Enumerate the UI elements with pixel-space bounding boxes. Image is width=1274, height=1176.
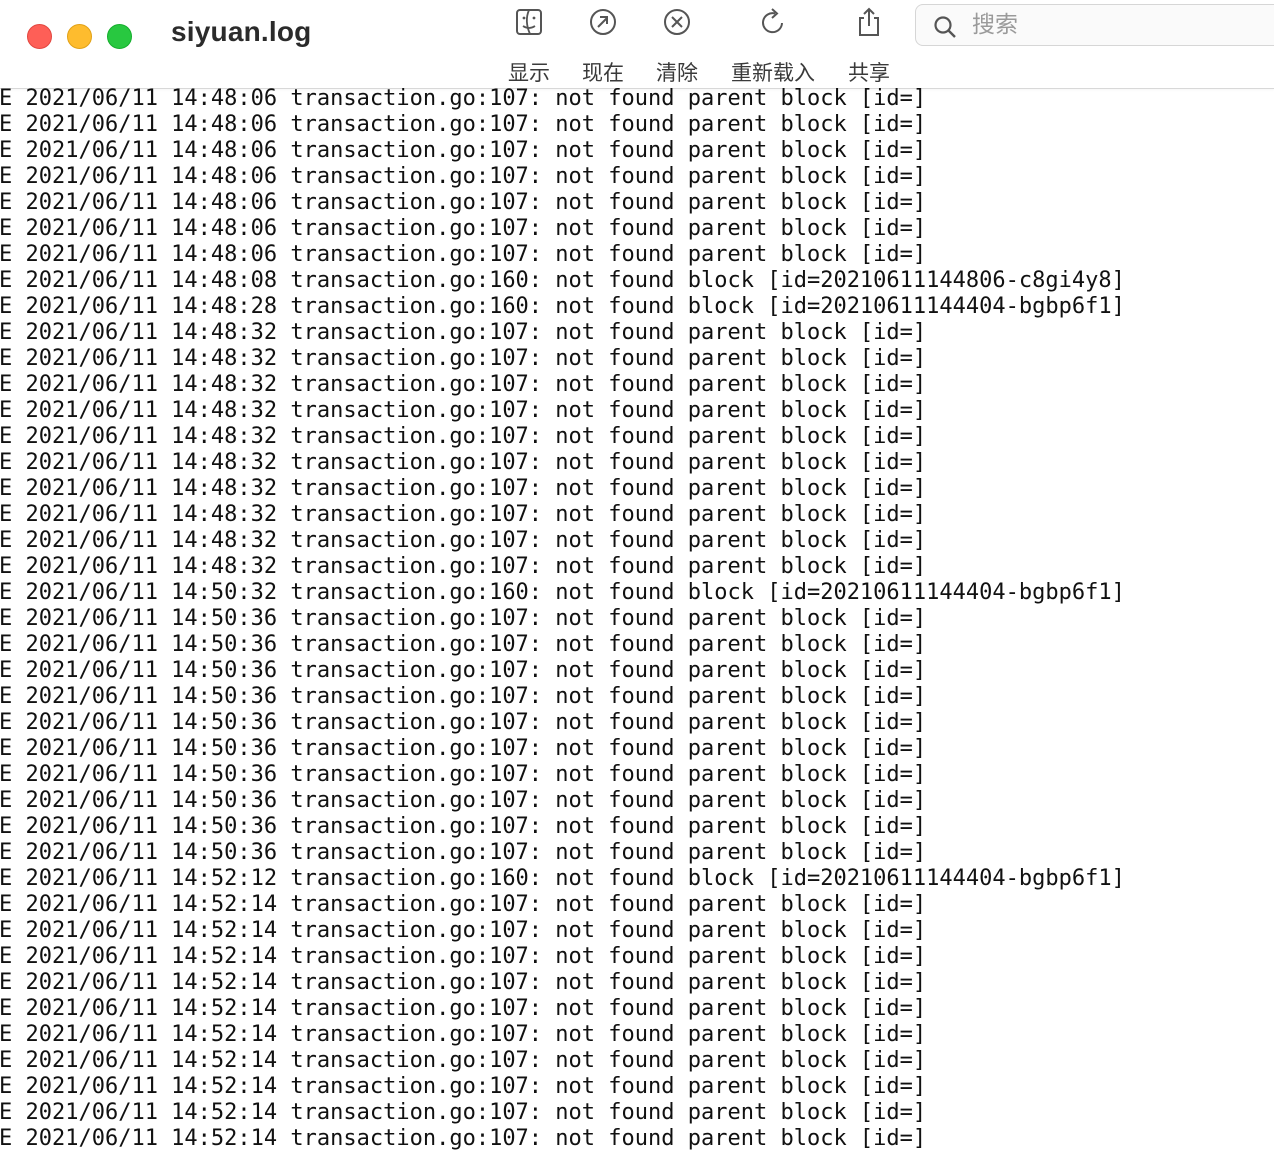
log-line: E 2021/06/11 14:50:36 transaction.go:107… xyxy=(0,684,927,709)
log-line: E 2021/06/11 14:50:36 transaction.go:107… xyxy=(0,736,927,761)
log-line: E 2021/06/11 14:50:36 transaction.go:107… xyxy=(0,788,927,813)
log-line: E 2021/06/11 14:52:14 transaction.go:107… xyxy=(0,892,927,917)
maximize-window-button[interactable] xyxy=(107,24,132,49)
share-label: 共享 xyxy=(848,61,890,85)
window-title: siyuan.log xyxy=(171,16,312,47)
log-line: E 2021/06/11 14:48:06 transaction.go:107… xyxy=(0,242,927,267)
log-line: E 2021/06/11 14:50:36 transaction.go:107… xyxy=(0,710,927,735)
log-line: E 2021/06/11 14:50:32 transaction.go:160… xyxy=(0,580,1125,605)
log-line: E 2021/06/11 14:48:32 transaction.go:107… xyxy=(0,372,927,397)
log-line: E 2021/06/11 14:52:14 transaction.go:107… xyxy=(0,918,927,943)
log-line: E 2021/06/11 14:48:32 transaction.go:107… xyxy=(0,320,927,345)
log-line: E 2021/06/11 14:48:32 transaction.go:107… xyxy=(0,398,927,423)
log-line: E 2021/06/11 14:50:36 transaction.go:107… xyxy=(0,814,927,839)
log-line: E 2021/06/11 14:48:08 transaction.go:160… xyxy=(0,268,1125,293)
log-line: E 2021/06/11 14:50:36 transaction.go:107… xyxy=(0,606,927,631)
log-line: E 2021/06/11 14:50:36 transaction.go:107… xyxy=(0,632,927,657)
log-line: E 2021/06/11 14:48:06 transaction.go:107… xyxy=(0,138,927,163)
log-line: E 2021/06/11 14:48:06 transaction.go:107… xyxy=(0,86,927,111)
log-line: E 2021/06/11 14:48:32 transaction.go:107… xyxy=(0,554,927,579)
reload-icon xyxy=(762,8,783,34)
log-line: E 2021/06/11 14:48:32 transaction.go:107… xyxy=(0,424,927,449)
log-content[interactable]: E 2021/06/11 14:48:06 transaction.go:107… xyxy=(0,86,1274,1176)
clear-label: 清除 xyxy=(656,61,698,85)
log-line: E 2021/06/11 14:50:36 transaction.go:107… xyxy=(0,762,927,787)
log-line: E 2021/06/11 14:48:06 transaction.go:107… xyxy=(0,216,927,241)
log-line: E 2021/06/11 14:50:36 transaction.go:107… xyxy=(0,840,927,865)
clear-button[interactable]: 清除 xyxy=(632,6,722,86)
console-window: siyuan.log 显示 现在 清除 重新载入 共享 搜索 E 2021/06… xyxy=(0,0,1274,1176)
log-line: E 2021/06/11 14:52:14 transaction.go:107… xyxy=(0,1100,927,1125)
log-line: E 2021/06/11 14:52:14 transaction.go:107… xyxy=(0,996,927,1021)
log-line: E 2021/06/11 14:48:06 transaction.go:107… xyxy=(0,112,927,137)
log-line: E 2021/06/11 14:48:32 transaction.go:107… xyxy=(0,476,927,501)
log-line: E 2021/06/11 14:52:14 transaction.go:107… xyxy=(0,1126,927,1151)
log-line: E 2021/06/11 14:52:14 transaction.go:107… xyxy=(0,970,927,995)
log-line: E 2021/06/11 14:48:06 transaction.go:107… xyxy=(0,164,927,189)
log-line: E 2021/06/11 14:52:14 transaction.go:107… xyxy=(0,1048,927,1073)
search-input[interactable] xyxy=(972,9,1272,41)
log-line: E 2021/06/11 14:48:32 transaction.go:107… xyxy=(0,346,927,371)
close-window-button[interactable] xyxy=(27,24,52,49)
show-in-finder-icon xyxy=(516,9,542,35)
log-line: E 2021/06/11 14:52:12 transaction.go:160… xyxy=(0,866,1125,891)
minimize-window-button[interactable] xyxy=(67,24,92,49)
reload-button[interactable]: 重新载入 xyxy=(726,6,820,86)
log-line: E 2021/06/11 14:52:14 transaction.go:107… xyxy=(0,1074,927,1099)
log-line: E 2021/06/11 14:48:28 transaction.go:160… xyxy=(0,294,1125,319)
now-clock-icon xyxy=(590,9,616,35)
reload-label: 重新载入 xyxy=(731,61,815,85)
log-line: E 2021/06/11 14:48:32 transaction.go:107… xyxy=(0,502,927,527)
log-line: E 2021/06/11 14:52:14 transaction.go:107… xyxy=(0,944,927,969)
search-icon xyxy=(934,16,956,38)
log-line: E 2021/06/11 14:52:14 transaction.go:107… xyxy=(0,1022,927,1047)
window-toolbar: siyuan.log 显示 现在 清除 重新载入 共享 搜索 xyxy=(0,0,1274,89)
share-button[interactable]: 共享 xyxy=(824,6,914,86)
clear-icon xyxy=(664,9,690,35)
log-line: E 2021/06/11 14:50:36 transaction.go:107… xyxy=(0,658,927,683)
share-icon xyxy=(859,7,879,36)
log-line: E 2021/06/11 14:48:32 transaction.go:107… xyxy=(0,528,927,553)
log-line: E 2021/06/11 14:48:32 transaction.go:107… xyxy=(0,450,927,475)
search-field[interactable] xyxy=(915,4,1274,46)
log-line: E 2021/06/11 14:48:06 transaction.go:107… xyxy=(0,190,927,215)
